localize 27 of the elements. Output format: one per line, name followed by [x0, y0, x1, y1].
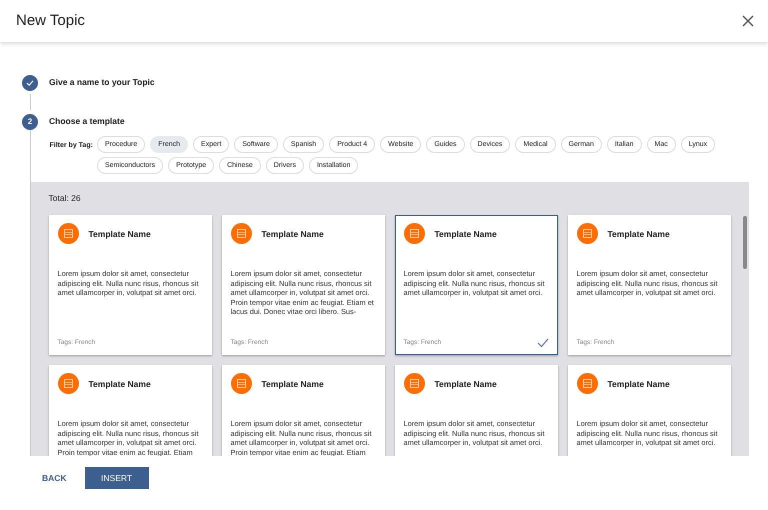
template-name: Template Name — [434, 228, 497, 240]
template-card[interactable] — [222, 214, 384, 355]
template-icon — [576, 223, 598, 244]
template-name: Template Name — [88, 228, 151, 240]
template-name: Template Name — [434, 378, 497, 390]
step-label: Choose a template — [49, 115, 125, 128]
template-icon — [58, 373, 78, 394]
template-name: Template Name — [262, 228, 324, 240]
step-indicator: 2 — [22, 114, 38, 130]
template-name: Template Name — [262, 378, 324, 390]
template-icon — [230, 373, 252, 394]
template-icon — [576, 373, 598, 394]
template-icon — [230, 223, 252, 244]
close-icon[interactable] — [742, 15, 754, 27]
dialog-title: New Topic — [16, 10, 85, 31]
back-button[interactable]: BACK — [42, 472, 67, 485]
template-icon — [404, 223, 424, 244]
insert-button[interactable]: INSERT — [84, 467, 149, 490]
total-count: Total: 26 — [48, 192, 82, 205]
template-name: Template Name — [88, 378, 151, 390]
template-name: Template Name — [608, 378, 670, 390]
step-label: Give a name to your Topic — [49, 76, 155, 89]
check-icon — [536, 338, 548, 348]
scrollbar-thumb[interactable] — [742, 216, 746, 270]
template-icon — [58, 223, 78, 244]
template-name: Template Name — [608, 228, 670, 240]
template-icon — [404, 373, 424, 394]
